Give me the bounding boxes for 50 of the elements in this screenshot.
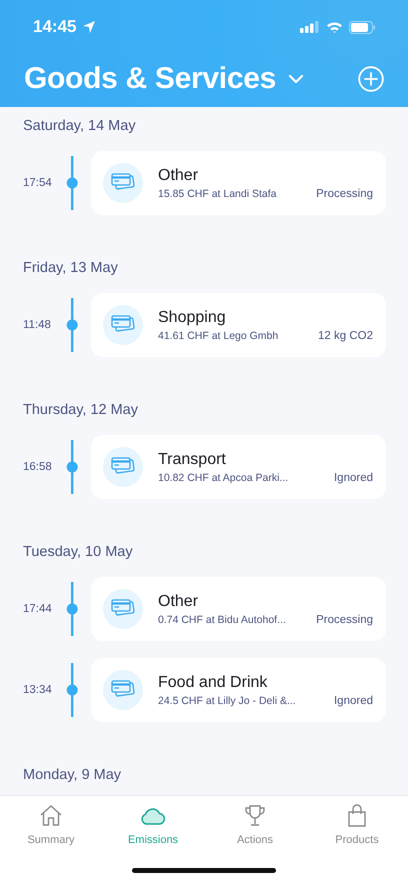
timeline-marker <box>66 298 78 352</box>
entry-time: 17:54 <box>23 177 53 189</box>
amount-merchant: 41.61 CHF at Lego Gmbh <box>158 330 278 342</box>
transaction-card[interactable]: Food and Drink 24.5 CHF at Lilly Jo - Deli &... Ignored <box>91 658 386 722</box>
signal-icon <box>300 21 320 33</box>
entry-time: 11:48 <box>23 319 52 331</box>
timeline-marker <box>66 663 78 717</box>
chevron-down-icon[interactable] <box>288 74 304 84</box>
date-heading: Saturday, 14 May <box>22 118 137 134</box>
home-icon <box>39 804 63 828</box>
date-heading: Thursday, 12 May <box>22 402 139 418</box>
add-icon[interactable] <box>358 66 384 92</box>
date-heading: Friday, 13 May <box>22 260 119 276</box>
amount-merchant: 15.85 CHF at Landi Stafa <box>158 188 276 200</box>
amount-merchant: 24.5 CHF at Lilly Jo - Deli &... <box>158 694 296 706</box>
status-time: 14:45 <box>33 17 76 37</box>
category-name: Transport <box>158 450 227 468</box>
entry-status: Processing <box>316 188 373 200</box>
entry-time: 17:44 <box>23 603 53 615</box>
page-title: Goods & Services <box>24 62 276 96</box>
entry-time: 16:58 <box>23 461 53 473</box>
category-name: Shopping <box>158 308 227 326</box>
trophy-icon <box>243 804 267 828</box>
credit-card-icon <box>103 305 143 345</box>
battery-icon <box>349 20 376 34</box>
transaction-card[interactable]: Other 15.85 CHF at Landi Stafa Processing <box>91 151 386 215</box>
entry-status: Ignored <box>334 472 373 484</box>
category-name: Other <box>158 166 200 184</box>
timeline-marker <box>66 440 78 494</box>
amount-merchant: 0.74 CHF at Bidu Autohof... <box>158 614 286 626</box>
timeline-marker <box>66 156 78 210</box>
date-heading: Tuesday, 10 May <box>22 544 134 560</box>
amount-merchant: 10.82 CHF at Apcoa Parki... <box>158 472 288 484</box>
credit-card-icon <box>103 447 143 487</box>
transaction-card[interactable]: Shopping 41.61 CHF at Lego Gmbh 12 kg CO2 <box>91 293 386 357</box>
transaction-card[interactable]: Other 0.74 CHF at Bidu Autohof... Processing <box>91 577 386 641</box>
date-heading: Monday, 9 May <box>22 767 122 783</box>
entry-status: Ignored <box>334 694 373 706</box>
category-name: Other <box>158 592 200 610</box>
credit-card-icon <box>103 670 143 710</box>
entry-time: 13:34 <box>23 684 53 696</box>
transaction-card[interactable]: Transport 10.82 CHF at Apcoa Parki... Ignored <box>91 435 386 499</box>
credit-card-icon <box>103 589 143 629</box>
entry-status: Processing <box>316 614 373 626</box>
entry-status: 12 kg CO2 <box>318 330 373 342</box>
timeline-marker <box>66 582 78 636</box>
category-name: Food and Drink <box>158 674 268 692</box>
wifi-icon <box>326 21 343 33</box>
location-arrow-icon <box>82 20 96 34</box>
credit-card-icon <box>103 163 143 203</box>
